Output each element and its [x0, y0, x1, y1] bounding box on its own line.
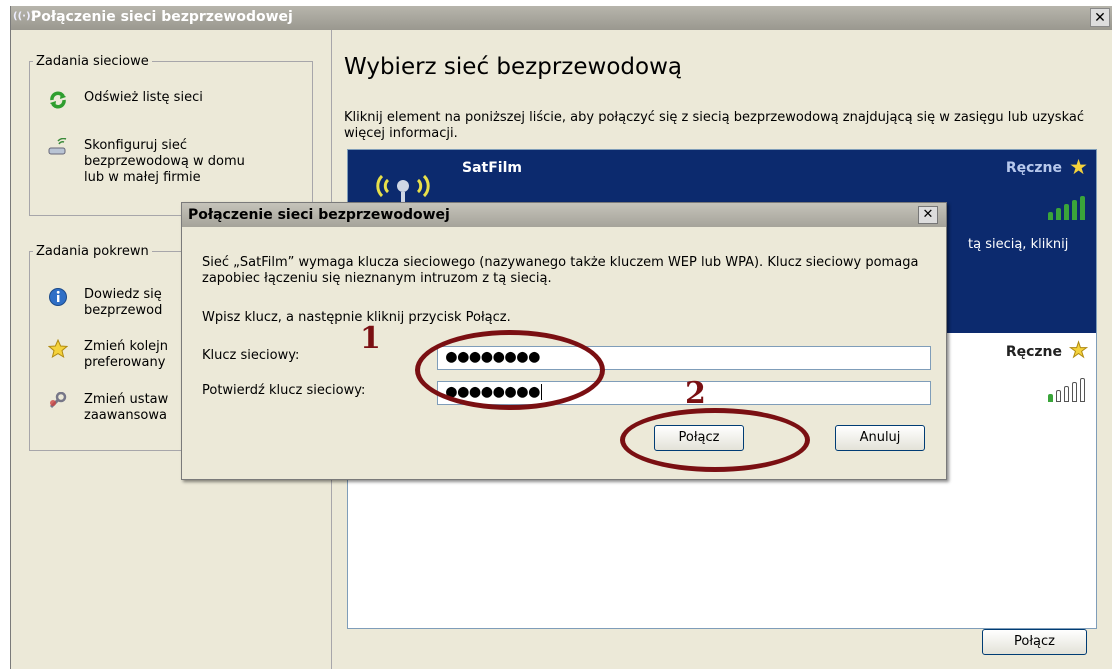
page-margin: [0, 0, 10, 669]
signal-bar: [1080, 196, 1085, 220]
wireless-title-icon: ((·)): [13, 11, 36, 22]
dialog-instruction: Wpisz klucz, a następnie kliknij przycis…: [202, 310, 511, 325]
network-2-mode: Ręczne: [1005, 344, 1062, 360]
signal-bar: [1064, 386, 1069, 402]
wireless-setup-icon: [48, 138, 67, 155]
signal-bar: [1072, 382, 1077, 402]
dialog-connect-button[interactable]: Połącz: [654, 425, 744, 451]
dialog-message: Sieć „SatFilm” wymaga klucza sieciowego …: [202, 255, 919, 286]
signal-bar: [1056, 390, 1061, 402]
change-advanced-settings-task[interactable]: Zmień ustaw zaawansowa: [48, 392, 198, 426]
signal-strength-bars-2: [1046, 378, 1088, 402]
signal-bar: [1048, 212, 1053, 220]
change-preferred-order-label: Zmień kolejn preferowany: [84, 339, 169, 370]
dialog-titlebar[interactable]: Połączenie sieci bezprzewodowej ✕: [182, 203, 946, 227]
network-key-dialog: Połączenie sieci bezprzewodowej ✕ Sieć „…: [181, 202, 947, 480]
network-name: SatFilm: [462, 160, 522, 176]
main-close-button[interactable]: ✕: [1090, 8, 1110, 27]
setup-home-network-label: Skonfiguruj sieć bezprzewodową w domu lu…: [84, 138, 245, 185]
main-titlebar[interactable]: ((·)) Połączenie sieci bezprzewodowej ✕: [11, 6, 1112, 30]
annotation-number-2: 2: [685, 376, 706, 411]
confirm-key-label: Potwierdź klucz sieciowy:: [202, 383, 366, 398]
network-description-fragment: tą siecią, kliknij: [968, 237, 1069, 252]
network-key-field[interactable]: ●●●●●●●●: [437, 346, 931, 370]
signal-bar: [1064, 204, 1069, 220]
learn-wireless-label: Dowiedz się bezprzewod: [84, 287, 163, 318]
info-icon: [49, 288, 67, 306]
change-advanced-settings-label: Zmień ustaw zaawansowa: [84, 392, 169, 423]
related-tasks-title: Zadania pokrewn: [33, 244, 152, 259]
change-preferred-order-task[interactable]: Zmień kolejn preferowany: [48, 339, 198, 373]
signal-bar: [1080, 378, 1085, 402]
confirm-key-value: ●●●●●●●●: [446, 381, 541, 402]
confirm-key-field[interactable]: ●●●●●●●●: [437, 381, 931, 405]
signal-strength-bars: [1046, 196, 1088, 220]
dialog-title: Połączenie sieci bezprzewodowej: [188, 207, 450, 223]
page-description: Kliknij element na poniższej liście, aby…: [344, 110, 1084, 141]
signal-bar: [1048, 394, 1053, 402]
dialog-close-button[interactable]: ✕: [918, 206, 938, 224]
refresh-network-list-task[interactable]: Odśwież listę sieci: [48, 90, 298, 110]
preferred-star-icon-2: ★: [1069, 338, 1089, 362]
setup-home-network-task[interactable]: Skonfiguruj sieć bezprzewodową w domu lu…: [48, 138, 298, 188]
refresh-icon: [50, 91, 66, 109]
preferred-star-icon: ★: [1069, 155, 1088, 179]
page-title: Wybierz sieć bezprzewodową: [344, 54, 682, 80]
network-tasks-group: Zadania sieciowe Odśwież listę sieci Sko…: [29, 54, 313, 216]
network-tasks-title: Zadania sieciowe: [33, 54, 152, 69]
main-window-title: Połączenie sieci bezprzewodowej: [31, 9, 293, 25]
star-icon: [48, 339, 68, 359]
signal-bar: [1072, 200, 1077, 220]
network-mode: Ręczne: [1005, 160, 1062, 176]
refresh-network-list-label: Odśwież listę sieci: [84, 90, 203, 105]
annotation-number-1: 1: [360, 321, 381, 356]
network-key-label: Klucz sieciowy:: [202, 348, 300, 363]
signal-bar: [1056, 208, 1061, 220]
settings-icon: [49, 392, 67, 409]
learn-wireless-task[interactable]: Dowiedz się bezprzewod: [48, 287, 198, 321]
dialog-cancel-button[interactable]: Anuluj: [835, 425, 925, 451]
main-connect-button[interactable]: Połącz: [982, 629, 1087, 655]
text-caret: [540, 384, 542, 400]
